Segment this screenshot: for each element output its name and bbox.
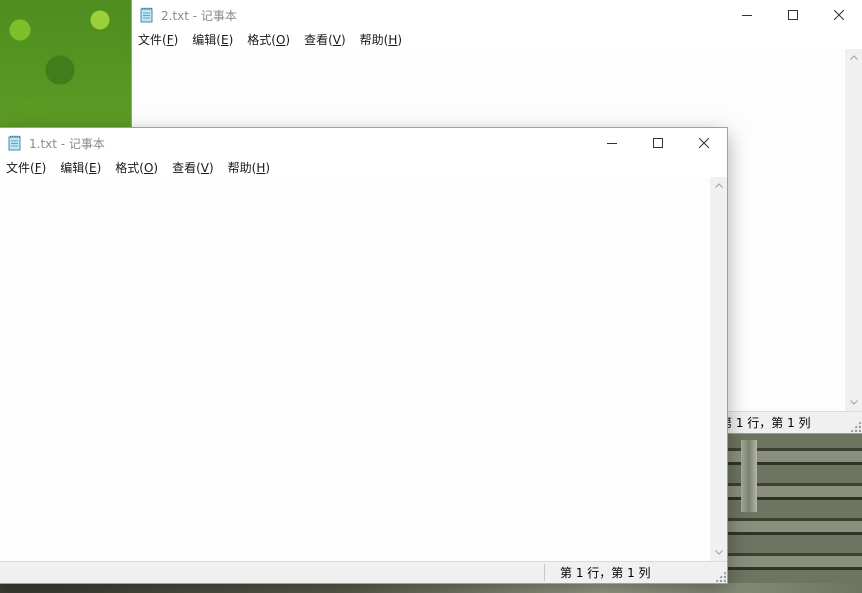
window-title: 2.txt - 记事本 <box>161 7 237 24</box>
maximize-icon <box>788 10 798 20</box>
resize-grip-icon[interactable] <box>715 571 726 582</box>
minimize-icon <box>742 10 752 20</box>
status-bar: 第 1 行，第 1 列 <box>0 561 727 583</box>
window-controls <box>724 0 862 30</box>
window-controls <box>589 128 727 158</box>
maximize-button[interactable] <box>635 128 681 158</box>
menu-bar: 文件(F) 编辑(E) 格式(O) 查看(V) 帮助(H) <box>132 30 862 50</box>
wallpaper-wooden-wall <box>727 430 862 593</box>
cursor-position: 第 1 行，第 1 列 <box>720 414 811 431</box>
close-button[interactable] <box>816 0 862 30</box>
chevron-down-icon <box>715 550 723 555</box>
notepad-window-1[interactable]: 1.txt - 记事本 文件(F) 编辑(E) 格式(O) 查看(V) 帮助(H… <box>0 128 727 583</box>
minimize-button[interactable] <box>589 128 635 158</box>
scroll-up-button[interactable] <box>710 177 727 194</box>
maximize-button[interactable] <box>770 0 816 30</box>
minimize-icon <box>607 138 617 148</box>
menu-help[interactable]: 帮助(H) <box>221 159 277 176</box>
chevron-up-icon <box>715 183 723 188</box>
menu-format[interactable]: 格式(O) <box>108 159 165 176</box>
menu-edit[interactable]: 编辑(E) <box>185 31 240 48</box>
resize-grip-icon[interactable] <box>850 421 861 432</box>
close-icon <box>699 138 709 148</box>
text-editor[interactable] <box>0 177 710 561</box>
scroll-up-button[interactable] <box>845 49 862 66</box>
menu-edit[interactable]: 编辑(E) <box>53 159 108 176</box>
menu-file[interactable]: 文件(F) <box>132 31 185 48</box>
wallpaper-post <box>741 440 757 512</box>
notepad-icon <box>140 7 155 23</box>
close-icon <box>834 10 844 20</box>
notepad-icon <box>8 135 23 151</box>
menu-bar: 文件(F) 编辑(E) 格式(O) 查看(V) 帮助(H) <box>0 158 727 178</box>
menu-view[interactable]: 查看(V) <box>297 31 353 48</box>
minimize-button[interactable] <box>724 0 770 30</box>
title-bar[interactable]: 2.txt - 记事本 <box>132 0 862 30</box>
menu-help[interactable]: 帮助(H) <box>353 31 409 48</box>
scroll-down-button[interactable] <box>710 544 727 561</box>
vertical-scrollbar[interactable] <box>845 49 862 411</box>
chevron-up-icon <box>850 55 858 60</box>
close-button[interactable] <box>681 128 727 158</box>
chevron-down-icon <box>850 400 858 405</box>
window-title: 1.txt - 记事本 <box>29 135 105 152</box>
cursor-position: 第 1 行，第 1 列 <box>560 564 651 581</box>
maximize-icon <box>653 138 663 148</box>
menu-format[interactable]: 格式(O) <box>240 31 297 48</box>
menu-view[interactable]: 查看(V) <box>165 159 221 176</box>
menu-file[interactable]: 文件(F) <box>0 159 53 176</box>
status-divider <box>544 564 545 581</box>
vertical-scrollbar[interactable] <box>710 177 727 561</box>
title-bar[interactable]: 1.txt - 记事本 <box>0 128 727 158</box>
wallpaper-bottom-strip <box>0 583 862 593</box>
scroll-down-button[interactable] <box>845 394 862 411</box>
